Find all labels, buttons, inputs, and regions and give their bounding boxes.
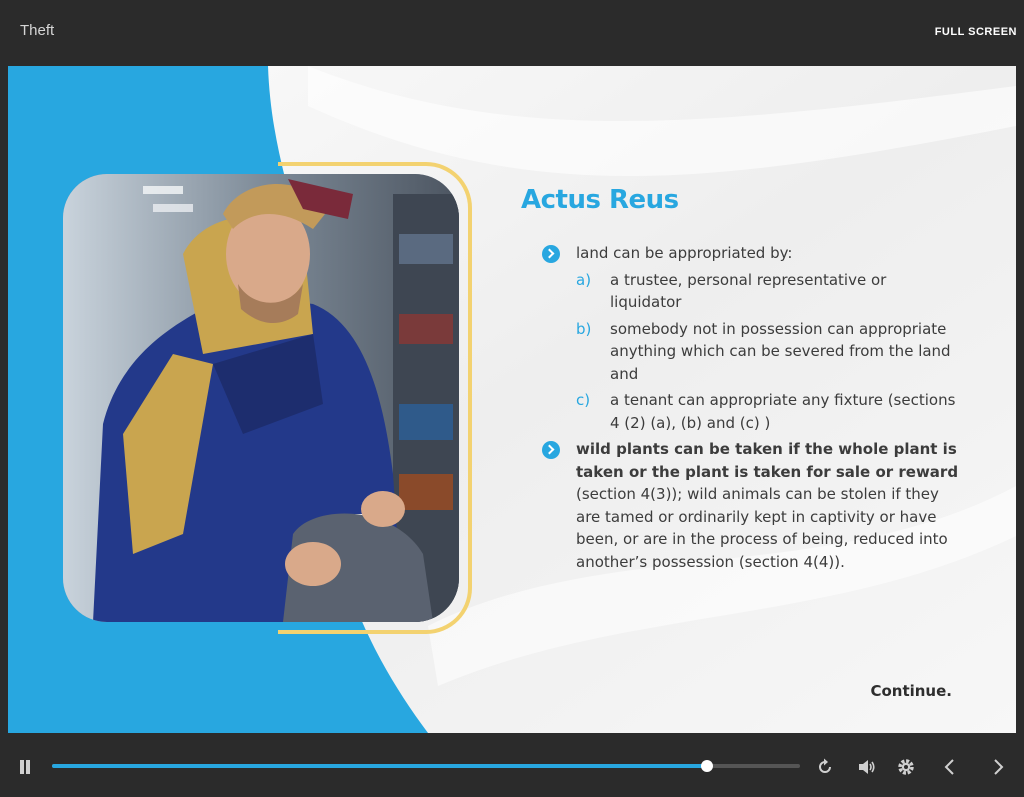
chevron-right-icon[interactable] <box>988 757 1008 777</box>
chevron-right-bullet-icon <box>542 245 560 263</box>
top-bar: Theft FULL SCREEN <box>0 0 1024 66</box>
sub-text: somebody not in possession can appropria… <box>610 319 951 383</box>
sub-item-b: b) somebody not in possession can approp… <box>542 318 962 386</box>
replay-icon[interactable] <box>815 757 835 777</box>
bullet-item: land can be appropriated by: <box>542 242 962 265</box>
bullet-text: (section 4(3)); wild animals can be stol… <box>576 485 948 571</box>
player-controls <box>0 733 1024 797</box>
bullet-item: wild plants can be taken if the whole pl… <box>542 438 962 573</box>
scrubber-handle[interactable] <box>700 760 713 772</box>
photo-man-with-backpack <box>63 174 459 622</box>
slide-content: land can be appropriated by: a) a truste… <box>542 242 962 573</box>
sub-letter: c) <box>576 391 591 409</box>
sub-item-a: a) a trustee, personal representative or… <box>542 269 962 314</box>
progress-scrubber[interactable] <box>52 760 800 772</box>
chevron-right-bullet-icon <box>542 441 560 459</box>
slide-canvas: Actus Reus land can be appropriated by: … <box>8 66 1016 733</box>
chevron-left-icon[interactable] <box>940 757 960 777</box>
sub-item-c: c) a tenant can appropriate any fixture … <box>542 389 962 434</box>
full-screen-button[interactable]: FULL SCREEN <box>935 26 1017 38</box>
bullet-bold-text: wild plants can be taken if the whole pl… <box>576 440 959 481</box>
pause-icon[interactable] <box>19 760 31 774</box>
settings-gear-icon[interactable] <box>896 757 916 777</box>
progress-fill <box>52 764 707 768</box>
slide-heading: Actus Reus <box>521 185 679 215</box>
sub-letter: a) <box>576 270 592 289</box>
sub-text: a trustee, personal representative or li… <box>610 270 887 312</box>
continue-button[interactable]: Continue. <box>870 682 952 700</box>
sub-letter: b) <box>576 319 592 338</box>
sub-text: a tenant can appropriate any fixture (se… <box>610 391 956 432</box>
volume-icon[interactable] <box>857 757 877 777</box>
bullet-text: land can be appropriated by: <box>576 244 793 262</box>
course-title: Theft <box>20 22 55 39</box>
